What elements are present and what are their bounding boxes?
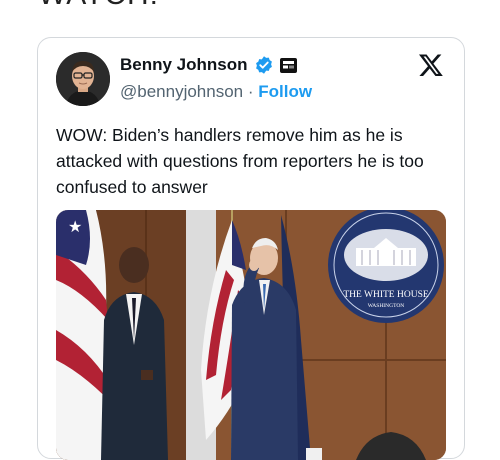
svg-text:★: ★ — [68, 217, 82, 236]
x-logo-icon[interactable] — [418, 52, 444, 78]
affiliate-badge-icon[interactable] — [279, 57, 297, 73]
author-handle-row: @bennyjohnson · Follow — [120, 82, 312, 102]
partial-heading-text: WATCH: — [38, 0, 159, 12]
follow-button[interactable]: Follow — [258, 82, 312, 101]
author-handle[interactable]: @bennyjohnson — [120, 82, 243, 101]
seal-subtitle-text: WASHINGTON — [368, 303, 405, 309]
author-name-row: Benny Johnson — [120, 55, 297, 75]
verified-badge-icon — [255, 56, 272, 74]
separator-dot: · — [247, 82, 254, 101]
seal-title-text: THE WHITE HOUSE — [343, 290, 429, 300]
tweet-media-image[interactable]: ★ THE WHITE HOUSE WASHINGTON — [56, 210, 446, 460]
author-avatar[interactable] — [56, 52, 110, 106]
embedded-tweet-card[interactable]: Benny Johnson @bennyjohnson · Follow WOW… — [37, 37, 465, 460]
author-name[interactable]: Benny Johnson — [120, 55, 248, 75]
tweet-text: WOW: Biden’s handlers remove him as he i… — [56, 125, 424, 197]
